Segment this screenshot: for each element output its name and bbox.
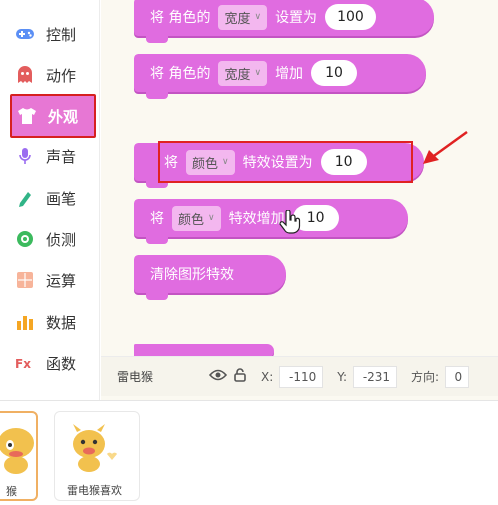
tshirt-icon (16, 105, 38, 127)
sprite-card[interactable]: 雷电猴喜欢 (54, 411, 140, 501)
category-label: 外观 (48, 107, 79, 126)
value-input[interactable]: 10 (311, 60, 358, 86)
sprite-name: 雷电猴喜欢 (67, 484, 122, 497)
highlight-box (158, 141, 413, 183)
value-input[interactable]: 100 (325, 4, 376, 30)
change-effect-block[interactable]: 将 颜色 ∨ 特效增加 10 (134, 199, 408, 244)
microphone-icon (14, 145, 36, 167)
sprite-thumbnail (0, 428, 34, 474)
category-data[interactable]: 数据 (10, 304, 96, 340)
pen-icon (14, 187, 36, 209)
x-label: X: (261, 369, 274, 384)
ghost-icon (14, 64, 36, 86)
category-label: 画笔 (46, 189, 77, 208)
block-text: 特效增加 (228, 211, 285, 227)
category-sound[interactable]: 声音 (10, 138, 96, 174)
x-input[interactable]: -110 (279, 365, 324, 388)
calculator-icon (14, 269, 36, 291)
block-text: 将 角色的 (150, 10, 211, 26)
change-width-block[interactable]: 将 角色的 宽度 ∨ 增加 10 (134, 54, 426, 99)
category-label: 声音 (46, 147, 77, 166)
direction-label: 方向: (411, 370, 440, 384)
category-label: 控制 (46, 25, 77, 44)
block-text: 清除图形特效 (150, 267, 234, 283)
direction-input[interactable]: 0 (445, 365, 470, 388)
set-width-block[interactable]: 将 角色的 宽度 ∨ 设置为 100 (134, 0, 434, 43)
sprite-list: 猴 雷电猴喜欢 (0, 400, 498, 505)
width-dropdown[interactable]: 宽度 ∨ (218, 4, 268, 30)
clear-effects-block[interactable]: 清除图形特效 (134, 255, 286, 300)
category-functions[interactable]: Fx 函数 (10, 345, 96, 381)
radar-icon (14, 228, 36, 250)
category-operators[interactable]: 运算 (10, 262, 96, 298)
hand-cursor-icon (279, 210, 301, 234)
arrow-icon (423, 130, 468, 164)
function-icon: Fx (14, 352, 36, 374)
category-label: 函数 (46, 354, 77, 373)
y-input[interactable]: -231 (353, 365, 398, 388)
category-looks[interactable]: 外观 (10, 94, 96, 138)
category-pen[interactable]: 画笔 (10, 180, 96, 216)
sprite-coordinate-bar: 雷电猴 X: -110 Y: -231 方向: 0 (101, 356, 498, 396)
eye-icon[interactable] (208, 369, 228, 384)
gamepad-icon (14, 23, 36, 45)
category-motion[interactable]: 动作 (10, 57, 96, 93)
svg-text:Fx: Fx (15, 357, 31, 370)
block-text: 将 (150, 211, 164, 227)
block-text: 增加 (275, 66, 304, 82)
chevron-down-icon: ∨ (208, 213, 215, 223)
lock-icon[interactable] (233, 368, 247, 385)
category-label: 数据 (46, 313, 77, 332)
block-text: 将 角色的 (150, 66, 211, 82)
category-label: 运算 (46, 271, 77, 290)
category-sensing[interactable]: 侦测 (10, 221, 96, 257)
category-label: 动作 (46, 66, 77, 85)
y-label: Y: (337, 369, 348, 384)
sprite-name: 猴 (6, 485, 17, 498)
sprite-thumbnail (73, 424, 117, 472)
width-dropdown[interactable]: 宽度 ∨ (218, 60, 268, 86)
effect-dropdown[interactable]: 颜色 ∨ (172, 205, 221, 231)
sprite-card-selected[interactable]: 猴 (0, 411, 38, 501)
block-text: 设置为 (275, 10, 318, 26)
category-label: 侦测 (46, 230, 77, 249)
chart-icon (14, 311, 36, 333)
category-sidebar: 控制 动作 外观 声音 画笔 侦测 运算 数据 Fx 函数 (0, 0, 100, 400)
chevron-down-icon: ∨ (254, 12, 262, 22)
sprite-name-field[interactable]: 雷电猴 (117, 368, 207, 385)
chevron-down-icon: ∨ (254, 68, 262, 78)
block-palette: 将 角色的 宽度 ∨ 设置为 100 将 角色的 宽度 ∨ 增加 10 将 颜色 ∨ … (101, 0, 498, 400)
category-control[interactable]: 控制 (10, 16, 96, 52)
